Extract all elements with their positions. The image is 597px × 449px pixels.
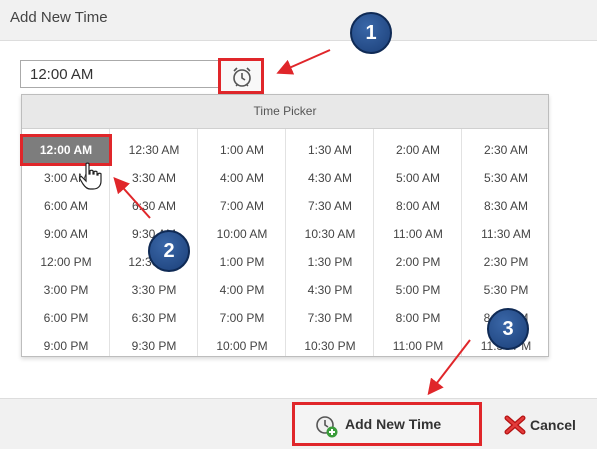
step-2-badge: 2 — [148, 230, 190, 272]
step-1-badge: 1 — [350, 12, 392, 54]
arrow-to-clock-button — [276, 49, 331, 75]
arrow-to-selected-time — [113, 177, 151, 219]
step-3-badge: 3 — [487, 308, 529, 350]
annotation-arrows — [113, 49, 471, 396]
arrow-to-add-button — [427, 339, 471, 396]
